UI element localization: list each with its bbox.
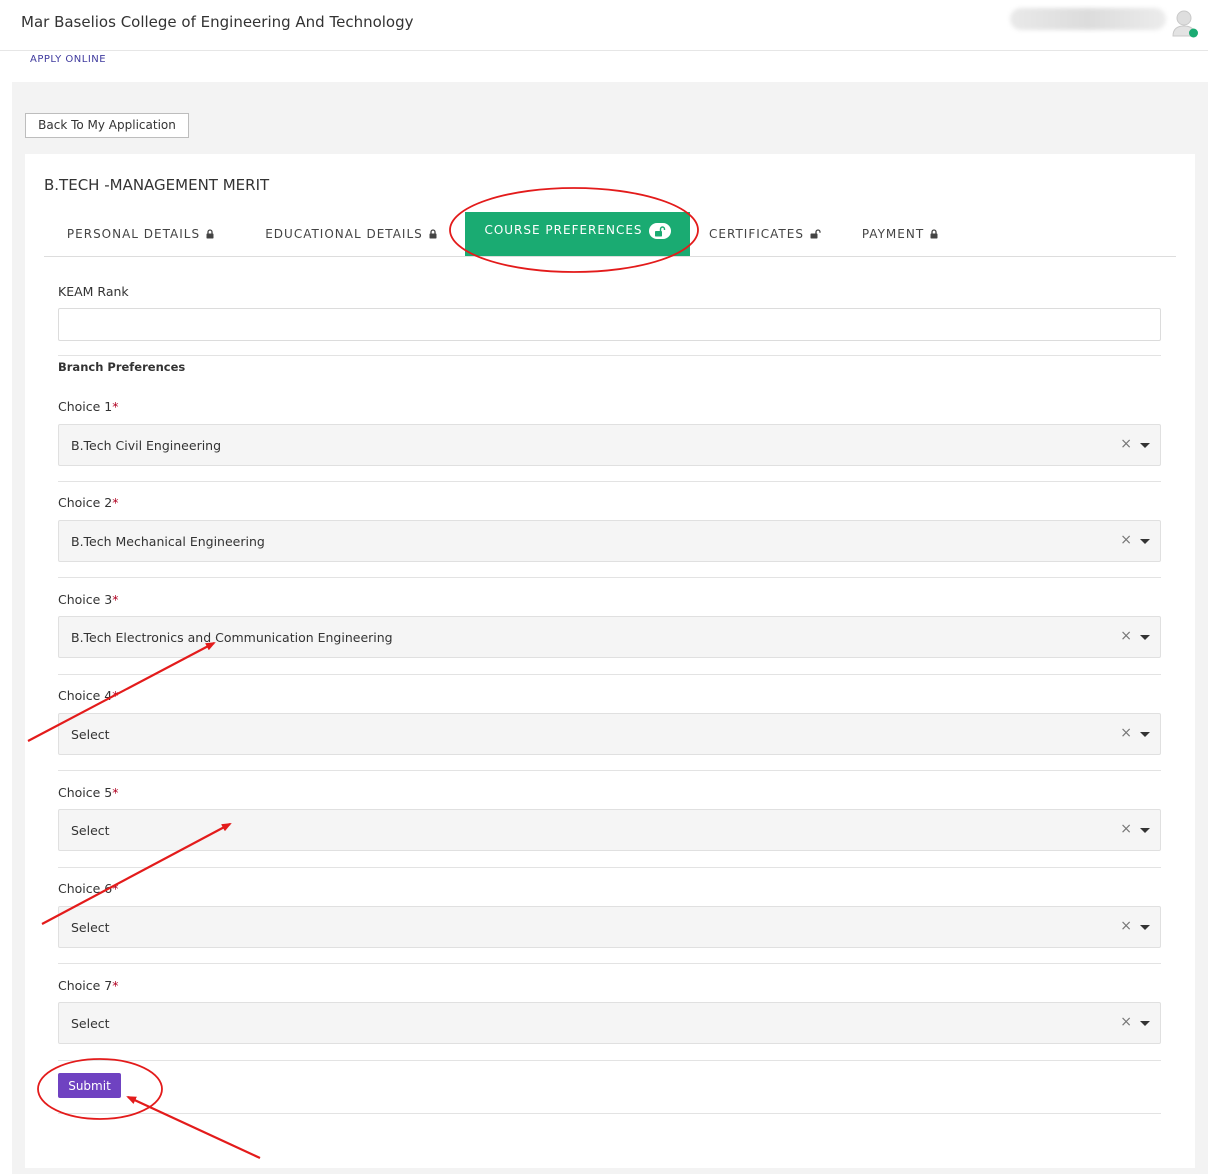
divider xyxy=(58,770,1161,771)
tab-label: PERSONAL DETAILS xyxy=(66,227,201,241)
apply-online-link[interactable]: APPLY ONLINE xyxy=(30,54,106,65)
lock-icon xyxy=(930,229,938,239)
required-mark: * xyxy=(112,495,119,510)
caret-down-icon[interactable] xyxy=(1140,1021,1150,1026)
selected-value: Select xyxy=(71,1016,110,1031)
choice-4-label: Choice 4* xyxy=(58,688,119,703)
user-avatar-icon[interactable] xyxy=(1170,8,1200,40)
clear-icon[interactable]: × xyxy=(1120,532,1132,548)
tab-label: COURSE PREFERENCES xyxy=(484,223,643,237)
choice-label-text: Choice 2 xyxy=(58,495,113,510)
divider xyxy=(58,867,1161,868)
selected-value: B.Tech Electronics and Communication Eng… xyxy=(71,630,393,645)
choice-label-text: Choice 3 xyxy=(58,592,113,607)
tab-label: EDUCATIONAL DETAILS xyxy=(265,227,423,241)
choice-label-text: Choice 4 xyxy=(58,688,113,703)
caret-down-icon[interactable] xyxy=(1140,539,1150,544)
required-mark: * xyxy=(112,785,119,800)
choice-7-select[interactable]: Select × xyxy=(58,1002,1161,1044)
keam-rank-label: KEAM Rank xyxy=(58,284,129,299)
tab-personal-details[interactable]: PERSONAL DETAILS xyxy=(44,212,237,256)
required-mark: * xyxy=(112,399,119,414)
selected-value: B.Tech Mechanical Engineering xyxy=(71,534,265,549)
choice-7-label: Choice 7* xyxy=(58,978,119,993)
unlock-icon xyxy=(810,229,821,239)
tab-label: CERTIFICATES xyxy=(709,227,804,241)
divider xyxy=(58,1113,1161,1114)
top-bar: Mar Baselios College of Engineering And … xyxy=(0,0,1208,51)
tab-certificates[interactable]: CERTIFICATES xyxy=(695,212,835,256)
selected-value: Select xyxy=(71,823,110,838)
choice-1-select[interactable]: B.Tech Civil Engineering × xyxy=(58,424,1161,466)
tab-label: PAYMENT xyxy=(861,227,925,241)
choice-label-text: Choice 7 xyxy=(58,978,113,993)
application-tabs: PERSONAL DETAILS EDUCATIONAL DETAILS COU… xyxy=(44,212,1176,257)
choice-6-select[interactable]: Select × xyxy=(58,906,1161,948)
clear-icon[interactable]: × xyxy=(1120,725,1132,741)
selected-value: B.Tech Civil Engineering xyxy=(71,438,222,453)
choice-2-label: Choice 2* xyxy=(58,495,119,510)
divider xyxy=(58,481,1161,482)
tab-educational-details[interactable]: EDUCATIONAL DETAILS xyxy=(242,212,460,256)
submit-button[interactable]: Submit xyxy=(58,1073,121,1098)
clear-icon[interactable]: × xyxy=(1120,436,1132,452)
choice-1-label: Choice 1* xyxy=(58,399,119,414)
required-mark: * xyxy=(112,978,119,993)
required-mark: * xyxy=(112,592,119,607)
required-mark: * xyxy=(112,881,119,896)
course-title: B.TECH -MANAGEMENT MERIT xyxy=(44,176,270,194)
choice-label-text: Choice 5 xyxy=(58,785,113,800)
clear-icon[interactable]: × xyxy=(1120,1014,1132,1030)
choice-4-select[interactable]: Select × xyxy=(58,713,1161,755)
caret-down-icon[interactable] xyxy=(1140,732,1150,737)
tab-payment[interactable]: PAYMENT xyxy=(840,212,960,256)
clear-icon[interactable]: × xyxy=(1120,821,1132,837)
unlock-icon xyxy=(648,223,671,239)
divider xyxy=(58,355,1161,356)
selected-value: Select xyxy=(71,920,110,935)
branch-preferences-title: Branch Preferences xyxy=(58,360,186,374)
choice-label-text: Choice 1 xyxy=(58,399,113,414)
choice-3-select[interactable]: B.Tech Electronics and Communication Eng… xyxy=(58,616,1161,658)
clear-icon[interactable]: × xyxy=(1120,918,1132,934)
divider xyxy=(58,963,1161,964)
caret-down-icon[interactable] xyxy=(1140,828,1150,833)
back-to-application-button[interactable]: Back To My Application xyxy=(25,113,189,138)
choice-5-select[interactable]: Select × xyxy=(58,809,1161,851)
keam-rank-input[interactable] xyxy=(58,308,1161,341)
required-mark: * xyxy=(112,688,119,703)
choice-5-label: Choice 5* xyxy=(58,785,119,800)
caret-down-icon[interactable] xyxy=(1140,443,1150,448)
lock-icon xyxy=(206,229,214,239)
caret-down-icon[interactable] xyxy=(1140,635,1150,640)
tab-course-preferences[interactable]: COURSE PREFERENCES xyxy=(465,212,690,256)
selected-value: Select xyxy=(71,727,110,742)
choice-2-select[interactable]: B.Tech Mechanical Engineering × xyxy=(58,520,1161,562)
choice-3-label: Choice 3* xyxy=(58,592,119,607)
divider xyxy=(58,1060,1161,1061)
user-name-blurred xyxy=(1010,8,1166,30)
divider xyxy=(58,674,1161,675)
divider xyxy=(58,577,1161,578)
lock-icon xyxy=(429,229,437,239)
clear-icon[interactable]: × xyxy=(1120,628,1132,644)
caret-down-icon[interactable] xyxy=(1140,925,1150,930)
college-name: Mar Baselios College of Engineering And … xyxy=(21,13,414,31)
choice-label-text: Choice 6 xyxy=(58,881,113,896)
choice-6-label: Choice 6* xyxy=(58,881,119,896)
